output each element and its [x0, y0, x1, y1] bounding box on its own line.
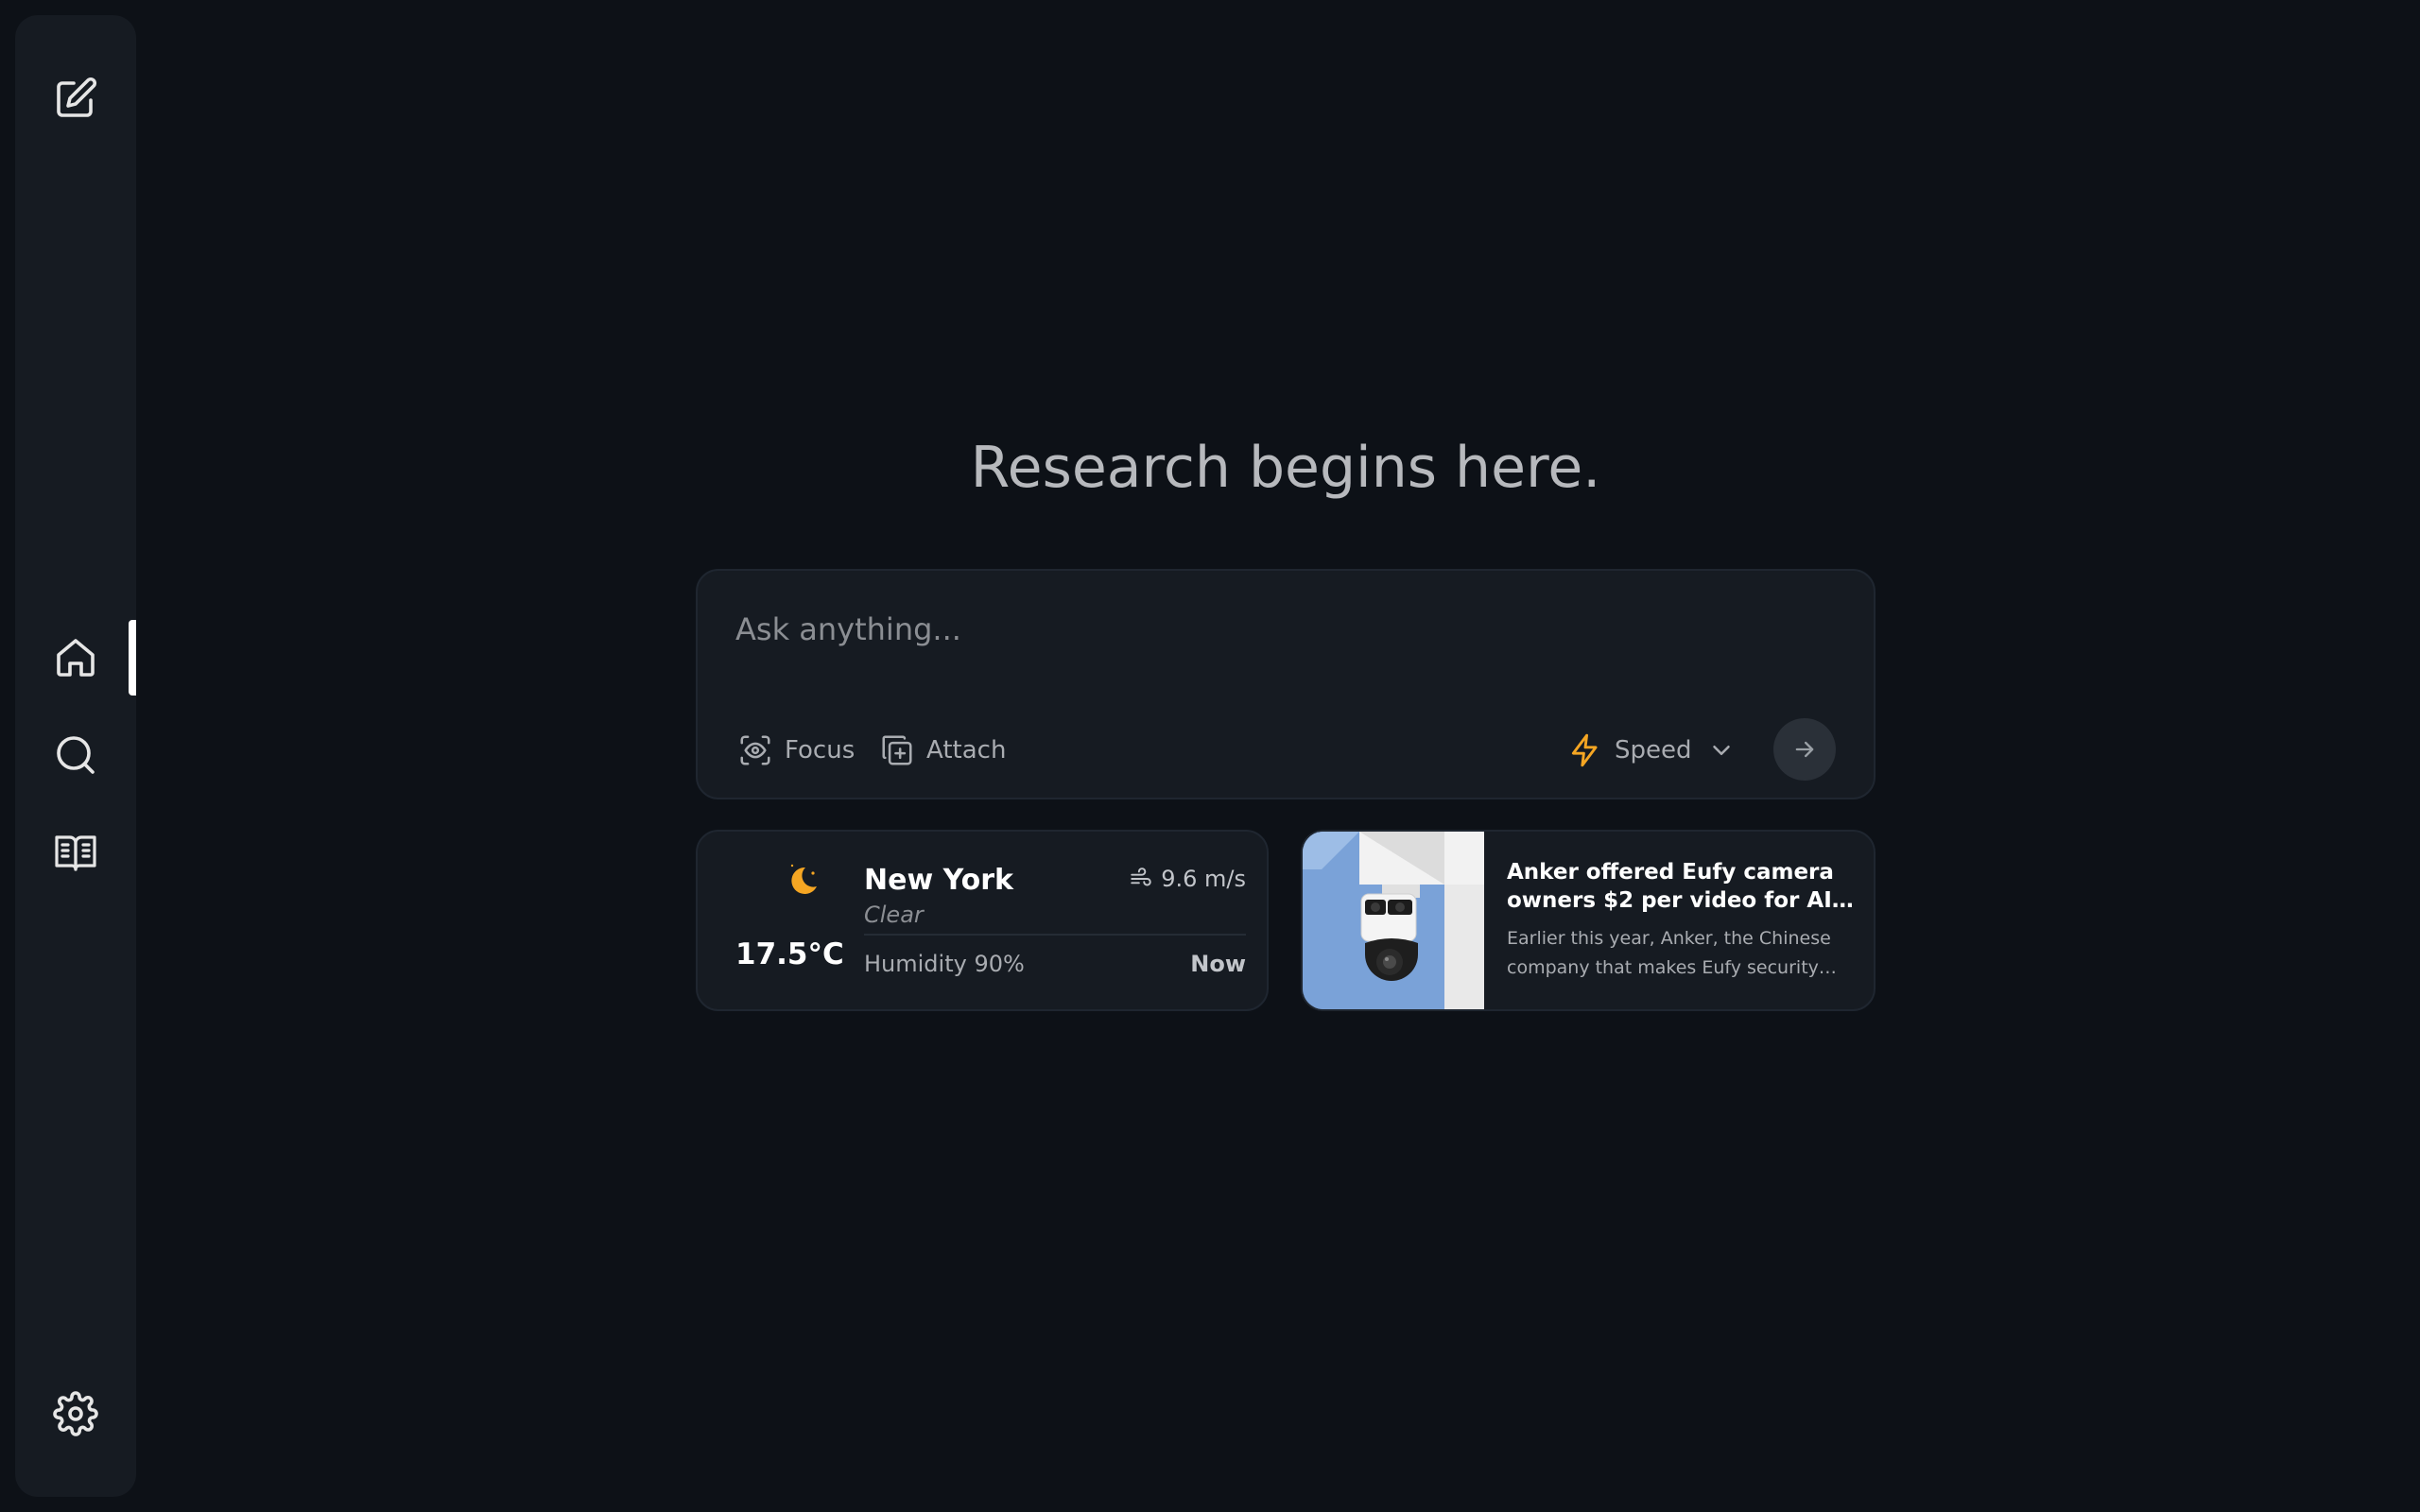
focus-button[interactable]: Focus — [737, 730, 855, 771]
book-icon — [55, 835, 96, 871]
home-icon — [57, 639, 95, 677]
lightning-icon — [1571, 733, 1598, 767]
active-indicator — [129, 620, 136, 696]
mode-dropdown[interactable]: Speed — [1567, 730, 1736, 771]
pencil-square-icon — [57, 77, 97, 117]
mode-label: Speed — [1615, 736, 1692, 765]
weather-widget[interactable]: 17.5°C New York Clear 9.6 m/s Humidity 9… — [696, 830, 1269, 1011]
focus-eye-icon — [740, 735, 770, 765]
sidebar-item-home[interactable] — [15, 620, 136, 696]
focus-label: Focus — [785, 736, 856, 765]
news-description: Earlier this year, Anker, the Chinese co… — [1507, 928, 1831, 978]
weather-temperature: 17.5°C — [735, 937, 844, 971]
attach-label: Attach — [926, 736, 1007, 765]
security-camera-image — [1303, 832, 1484, 1009]
gear-icon — [53, 1391, 98, 1436]
news-thumbnail — [1303, 832, 1484, 1009]
weather-divider — [864, 934, 1246, 936]
page-title: Research begins here. — [970, 435, 1601, 501]
chevron-down-icon — [1712, 746, 1730, 755]
weather-wind-speed: 9.6 m/s — [1161, 866, 1246, 892]
sidebar — [15, 15, 136, 1497]
weather-city: New York — [864, 864, 1013, 897]
wind-icon — [1131, 868, 1151, 886]
weather-humidity: Humidity 90% — [864, 951, 1025, 977]
arrow-right-icon — [1795, 741, 1814, 758]
attach-button[interactable]: Attach — [879, 730, 1006, 771]
search-box: Focus Attach Speed — [696, 569, 1876, 799]
settings-button[interactable] — [15, 1376, 136, 1452]
news-card[interactable]: Anker offered Eufy camera owners $2 per … — [1301, 830, 1876, 1011]
sidebar-item-discover[interactable] — [15, 717, 136, 793]
weather-condition: Clear — [864, 902, 924, 928]
weather-time: Now — [1190, 951, 1246, 977]
search-icon — [57, 736, 95, 774]
news-title: Anker offered Eufy camera owners $2 per … — [1507, 860, 1834, 913]
moon-icon — [790, 864, 817, 894]
new-chat-button[interactable] — [15, 60, 136, 136]
search-input[interactable] — [734, 599, 1830, 660]
attach-icon — [882, 735, 912, 765]
weather-wind: 9.6 m/s — [1129, 866, 1246, 892]
send-button[interactable] — [1773, 718, 1836, 781]
sidebar-item-library[interactable] — [15, 815, 136, 890]
